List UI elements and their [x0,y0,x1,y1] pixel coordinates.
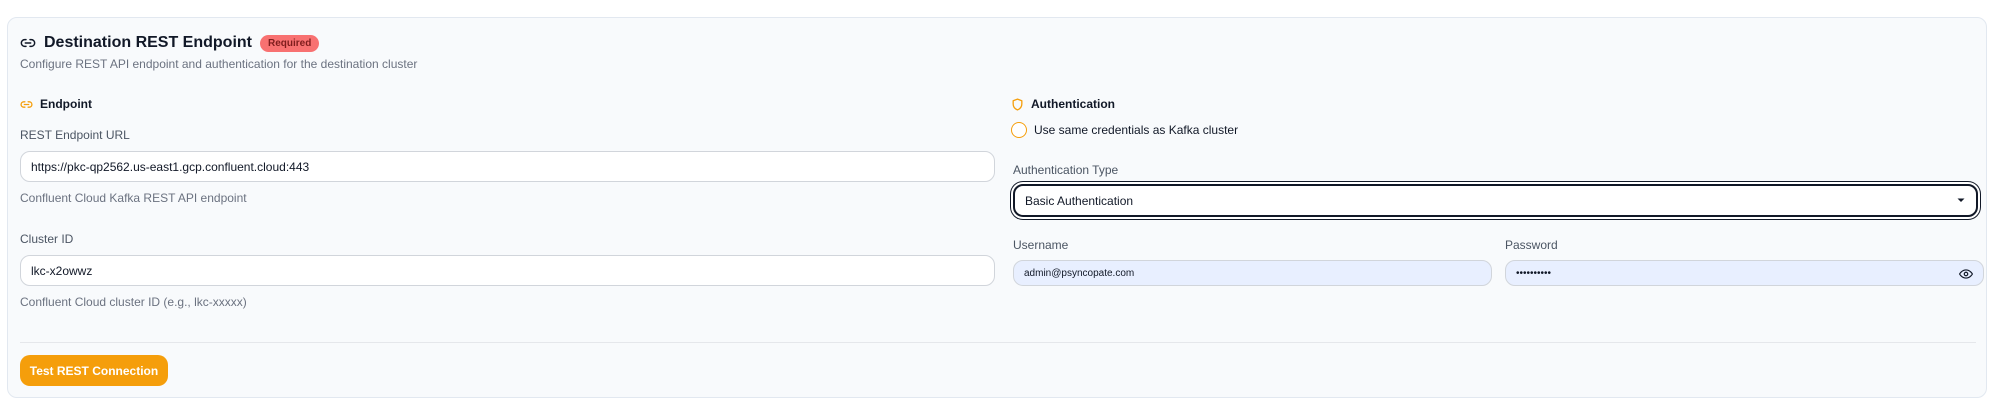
required-badge: Required [260,34,320,52]
endpoint-section-label: Endpoint [40,97,92,111]
destination-rest-card: Destination REST Endpoint Required Confi… [7,17,1987,398]
username-label: Username [1013,238,1069,252]
same-credentials-label: Use same credentials as Kafka cluster [1034,123,1239,137]
chevron-down-icon [1956,194,1966,208]
section-divider [20,342,1976,343]
username-input[interactable]: admin@psyncopate.com [1013,260,1492,286]
auth-section-title: Authentication [1011,97,1115,111]
cluster-id-value: lkc-x2owwz [31,263,93,278]
same-credentials-option[interactable]: Use same credentials as Kafka cluster [1011,122,1238,138]
rest-url-input[interactable]: https://pkc-qp2562.us-east1.gcp.confluen… [20,151,995,182]
cluster-id-label: Cluster ID [20,232,74,246]
cluster-id-input[interactable]: lkc-x2owwz [20,255,995,286]
auth-type-label: Authentication Type [1013,163,1119,177]
auth-section-label: Authentication [1031,97,1115,111]
link-icon [20,97,34,111]
same-credentials-checkbox[interactable] [1011,122,1027,138]
rest-url-label: REST Endpoint URL [20,128,130,142]
username-value: admin@psyncopate.com [1024,267,1135,279]
endpoint-section-title: Endpoint [20,97,92,111]
auth-type-value: Basic Authentication [1025,193,1134,208]
card-subtitle: Configure REST API endpoint and authenti… [20,57,418,71]
password-label: Password [1505,238,1558,252]
shield-icon [1011,97,1025,111]
rest-url-value: https://pkc-qp2562.us-east1.gcp.confluen… [31,159,310,174]
test-rest-connection-button[interactable]: Test REST Connection [20,355,168,386]
auth-type-select[interactable]: Basic Authentication [1013,184,1978,217]
link-icon [20,34,38,52]
card-header: Destination REST Endpoint Required [20,34,320,52]
eye-icon[interactable] [1959,267,1973,281]
rest-url-help: Confluent Cloud Kafka REST API endpoint [20,191,247,205]
page-title: Destination REST Endpoint [44,34,252,51]
cluster-id-help: Confluent Cloud cluster ID (e.g., lkc-xx… [20,295,247,309]
password-value: •••••••••• [1516,267,1552,279]
password-input[interactable]: •••••••••• [1505,260,1984,286]
